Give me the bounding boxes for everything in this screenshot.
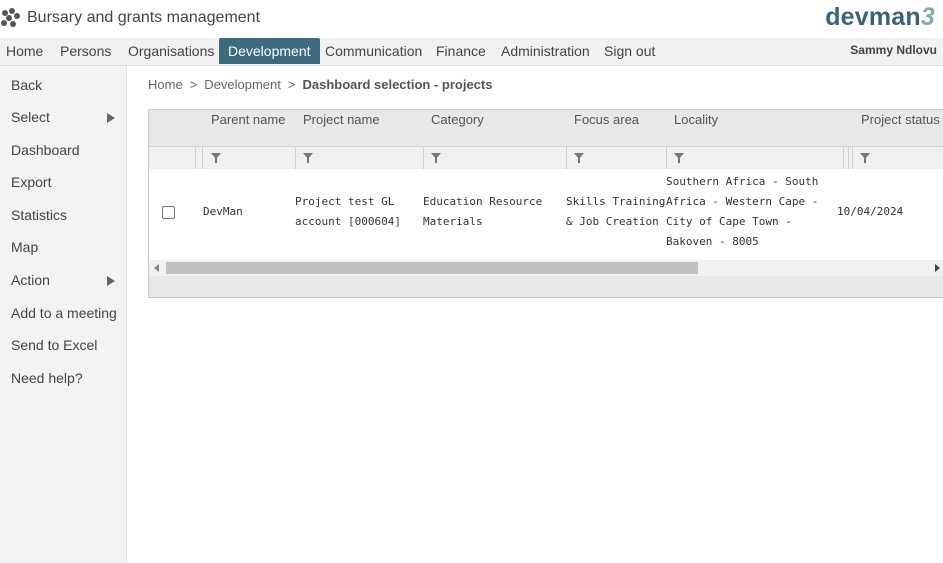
cell-focus-area-line: & Job Creation (566, 215, 659, 228)
brand-text: devman (825, 3, 921, 31)
app-logo-icon (1, 8, 20, 27)
cell-project-name-line: Project test GL (295, 195, 395, 208)
filter-divider (843, 147, 844, 169)
action-submenu-arrow-icon[interactable] (107, 276, 115, 286)
projects-grid: Parent name Project name Category Focus … (148, 109, 943, 298)
breadcrumb-current: Dashboard selection - projects (302, 77, 493, 92)
column-header-project-name[interactable]: Project name (303, 112, 380, 127)
filter-icon[interactable] (574, 153, 584, 163)
breadcrumb-separator: > (189, 77, 198, 92)
sidebar: Back Select Dashboard Export Statistics … (0, 66, 127, 563)
filter-icon[interactable] (303, 153, 313, 163)
filter-divider (195, 147, 196, 169)
scroll-left-arrow-icon[interactable] (154, 264, 159, 272)
sidebar-item-need-help[interactable]: Need help? (11, 370, 83, 386)
nav-finance[interactable]: Finance (436, 38, 486, 65)
cell-locality: Southern Africa - South Africa - Western… (666, 172, 818, 252)
grid-header: Parent name Project name Category Focus … (149, 110, 943, 146)
brand-logo: devman3 (825, 3, 935, 32)
filter-category[interactable] (423, 147, 566, 169)
select-submenu-arrow-icon[interactable] (107, 113, 115, 123)
breadcrumb: Home > Development > Dashboard selection - p… (148, 77, 492, 92)
app-title: Bursary and grants management (27, 9, 261, 26)
table-row[interactable]: DevMan Project test GL account [000604] … (149, 169, 943, 260)
column-header-project-status[interactable]: Project status (861, 112, 940, 127)
cell-focus-area-line: Skills Training (566, 195, 666, 208)
nav-administration[interactable]: Administration (501, 38, 590, 65)
sidebar-item-map[interactable]: Map (11, 239, 38, 255)
header: Bursary and grants management devman3 (0, 0, 943, 38)
breadcrumb-separator: > (287, 77, 296, 92)
filter-locality[interactable] (666, 147, 838, 169)
cell-category-line: Education Resource (423, 195, 543, 208)
sidebar-item-statistics[interactable]: Statistics (11, 207, 67, 223)
cell-category-line: Materials (423, 215, 483, 228)
column-header-category[interactable]: Category (431, 112, 484, 127)
cell-project-name-line: account [000604] (295, 215, 401, 228)
filter-focus-area[interactable] (566, 147, 666, 169)
filter-project-status[interactable] (852, 147, 943, 169)
grid-footer (149, 276, 943, 297)
filter-icon[interactable] (860, 153, 870, 163)
cell-locality-line: Southern Africa - South (666, 175, 819, 188)
cell-focus-area: Skills Training & Job Creation (566, 192, 665, 232)
breadcrumb-home[interactable]: Home (148, 77, 183, 92)
nav-organisations[interactable]: Organisations (128, 38, 214, 65)
filter-parent-name[interactable] (202, 147, 295, 169)
breadcrumb-development[interactable]: Development (204, 77, 281, 92)
sidebar-item-dashboard[interactable]: Dashboard (11, 142, 80, 158)
cell-project-status: 10/04/2024 (837, 205, 904, 218)
filter-row (149, 146, 943, 170)
filter-project-name[interactable] (295, 147, 423, 169)
scroll-right-arrow-icon[interactable] (935, 264, 940, 272)
nav-sign-out[interactable]: Sign out (604, 38, 655, 65)
filter-icon[interactable] (674, 153, 684, 163)
column-header-focus-area[interactable]: Focus area (574, 112, 639, 127)
column-header-parent-name[interactable]: Parent name (211, 112, 285, 127)
cell-project-name: Project test GL account [000604] (295, 192, 401, 232)
filter-icon[interactable] (431, 153, 441, 163)
nav-communication[interactable]: Communication (325, 38, 422, 65)
cell-locality-line: Bakoven - 8005 (666, 235, 759, 248)
cell-locality-line: City of Cape Town - (666, 215, 792, 228)
row-checkbox[interactable] (162, 206, 175, 219)
cell-parent-name: DevMan (203, 205, 243, 218)
filter-divider (848, 147, 849, 169)
scrollbar-thumb[interactable] (166, 262, 698, 274)
nav-persons[interactable]: Persons (60, 38, 111, 65)
sidebar-item-send-to-excel[interactable]: Send to Excel (11, 337, 97, 353)
main-nav: Home Persons Organisations Development C… (0, 38, 943, 66)
column-header-locality[interactable]: Locality (674, 112, 718, 127)
horizontal-scrollbar[interactable] (149, 260, 943, 276)
nav-development[interactable]: Development (219, 38, 320, 64)
cell-locality-line: Africa - Western Cape - (666, 195, 819, 208)
nav-home[interactable]: Home (6, 38, 43, 65)
sidebar-item-back[interactable]: Back (11, 77, 42, 93)
sidebar-item-add-to-meeting[interactable]: Add to a meeting (11, 305, 117, 321)
user-name[interactable]: Sammy Ndlovu (850, 38, 937, 62)
sidebar-item-action[interactable]: Action (11, 272, 50, 288)
cell-category: Education Resource Materials (423, 192, 542, 232)
filter-icon[interactable] (211, 153, 221, 163)
sidebar-item-export[interactable]: Export (11, 174, 51, 190)
brand-version: 3 (920, 3, 935, 31)
sidebar-item-select[interactable]: Select (11, 109, 50, 125)
